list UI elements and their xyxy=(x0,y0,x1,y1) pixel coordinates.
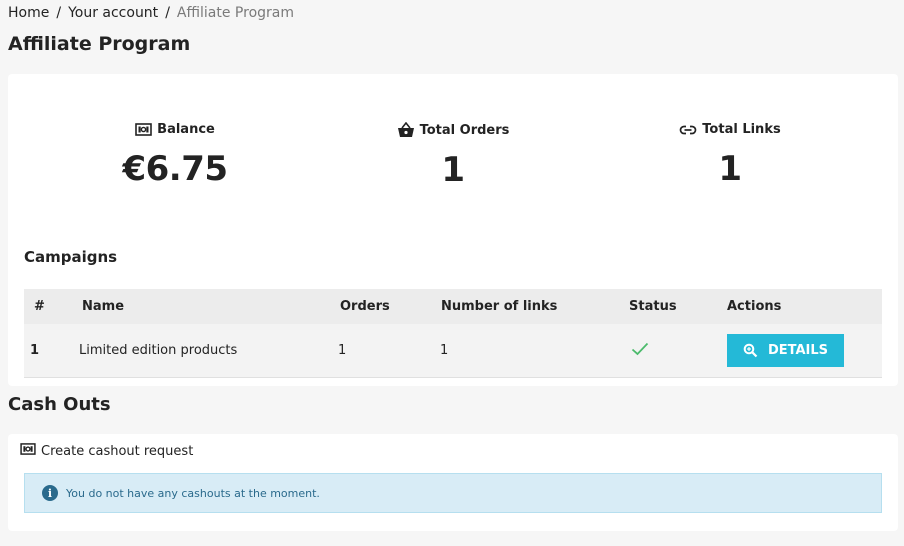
cash-outs-title: Cash Outs xyxy=(8,394,111,415)
total-orders-stat: Total Orders 1 xyxy=(363,122,543,190)
cashouts-empty-message: You do not have any cashouts at the mome… xyxy=(66,486,320,500)
link-icon xyxy=(679,125,697,135)
campaign-name: Limited edition products xyxy=(79,343,238,358)
breadcrumb-current: Affiliate Program xyxy=(176,5,294,21)
total-orders-value: 1 xyxy=(441,150,465,190)
affiliate-summary-card: Balance €6.75 Total Orders 1 Total Links… xyxy=(8,74,898,386)
column-header-name: Name xyxy=(82,299,125,314)
total-links-label: Total Links xyxy=(702,122,781,137)
total-links-stat: Total Links 1 xyxy=(640,122,820,189)
column-header-status: Status xyxy=(629,299,677,314)
search-icon xyxy=(743,343,758,358)
breadcrumb-home[interactable]: Home xyxy=(8,5,49,21)
money-icon xyxy=(20,443,36,459)
status-check-icon xyxy=(629,342,727,360)
table-row: 1 Limited edition products 1 1 DETAILS xyxy=(24,324,882,378)
money-icon xyxy=(135,123,152,136)
details-button[interactable]: DETAILS xyxy=(727,334,844,367)
total-orders-label: Total Orders xyxy=(419,122,510,138)
breadcrumb: Home / Your account / Affiliate Program xyxy=(8,5,294,21)
campaigns-title: Campaigns xyxy=(24,248,118,266)
breadcrumb-separator: / xyxy=(165,5,170,21)
column-header-actions: Actions xyxy=(727,299,782,314)
column-header-number: # xyxy=(34,299,45,314)
row-number: 1 xyxy=(30,343,40,358)
create-cashout-label: Create cashout request xyxy=(41,443,194,459)
balance-stat: Balance €6.75 xyxy=(85,122,265,189)
breadcrumb-separator: / xyxy=(56,5,62,21)
basket-icon xyxy=(397,122,415,138)
total-links-value: 1 xyxy=(718,149,742,189)
create-cashout-link[interactable]: Create cashout request xyxy=(20,443,193,459)
campaign-orders: 1 xyxy=(338,343,347,358)
table-header: # Name Orders Number of links Status Act… xyxy=(24,289,882,324)
breadcrumb-your-account[interactable]: Your account xyxy=(68,5,158,21)
cash-outs-card: Create cashout request i You do not have… xyxy=(8,434,898,531)
campaigns-table: # Name Orders Number of links Status Act… xyxy=(24,289,882,378)
column-header-orders: Orders xyxy=(340,299,390,314)
page-title: Affiliate Program xyxy=(8,33,191,55)
balance-label: Balance xyxy=(157,122,215,137)
column-header-links: Number of links xyxy=(441,299,558,314)
details-button-label: DETAILS xyxy=(767,343,829,358)
balance-value: €6.75 xyxy=(122,149,228,189)
campaign-links: 1 xyxy=(440,343,449,358)
info-icon: i xyxy=(42,485,58,501)
cashouts-info-alert: i You do not have any cashouts at the mo… xyxy=(24,473,882,513)
